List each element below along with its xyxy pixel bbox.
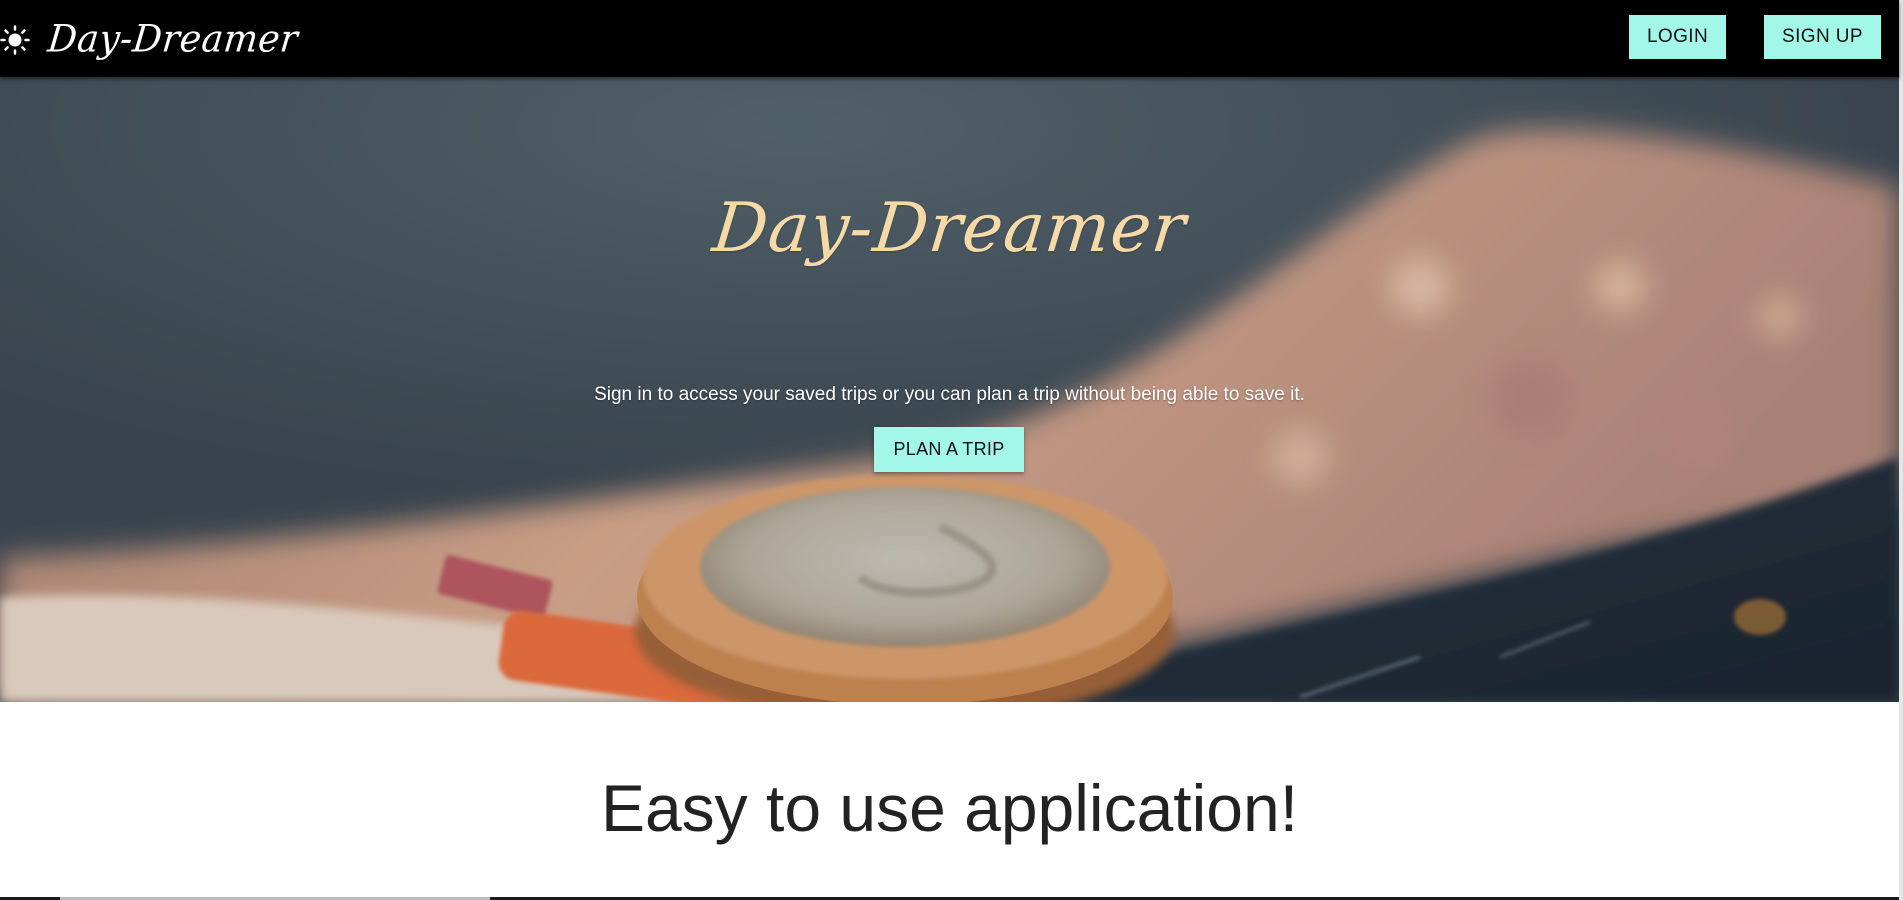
login-button[interactable]: LOGIN — [1629, 15, 1726, 59]
top-navbar: Day-Dreamer LOGIN SIGN UP — [0, 0, 1899, 77]
hero-title: Day-Dreamer — [709, 189, 1190, 268]
sun-icon — [0, 25, 30, 55]
sign-up-button[interactable]: SIGN UP — [1764, 15, 1881, 59]
hero-subtitle: Sign in to access your saved trips or yo… — [594, 384, 1305, 405]
brand-name: Day-Dreamer — [45, 17, 301, 61]
plan-a-trip-button[interactable]: PLAN A TRIP — [874, 427, 1024, 472]
features-heading: Easy to use application! — [600, 771, 1299, 845]
hero-section: Day-Dreamer Sign in to access your saved… — [0, 77, 1899, 702]
page-scrollbar[interactable] — [1899, 0, 1903, 900]
brand-link[interactable]: Day-Dreamer — [0, 17, 301, 62]
